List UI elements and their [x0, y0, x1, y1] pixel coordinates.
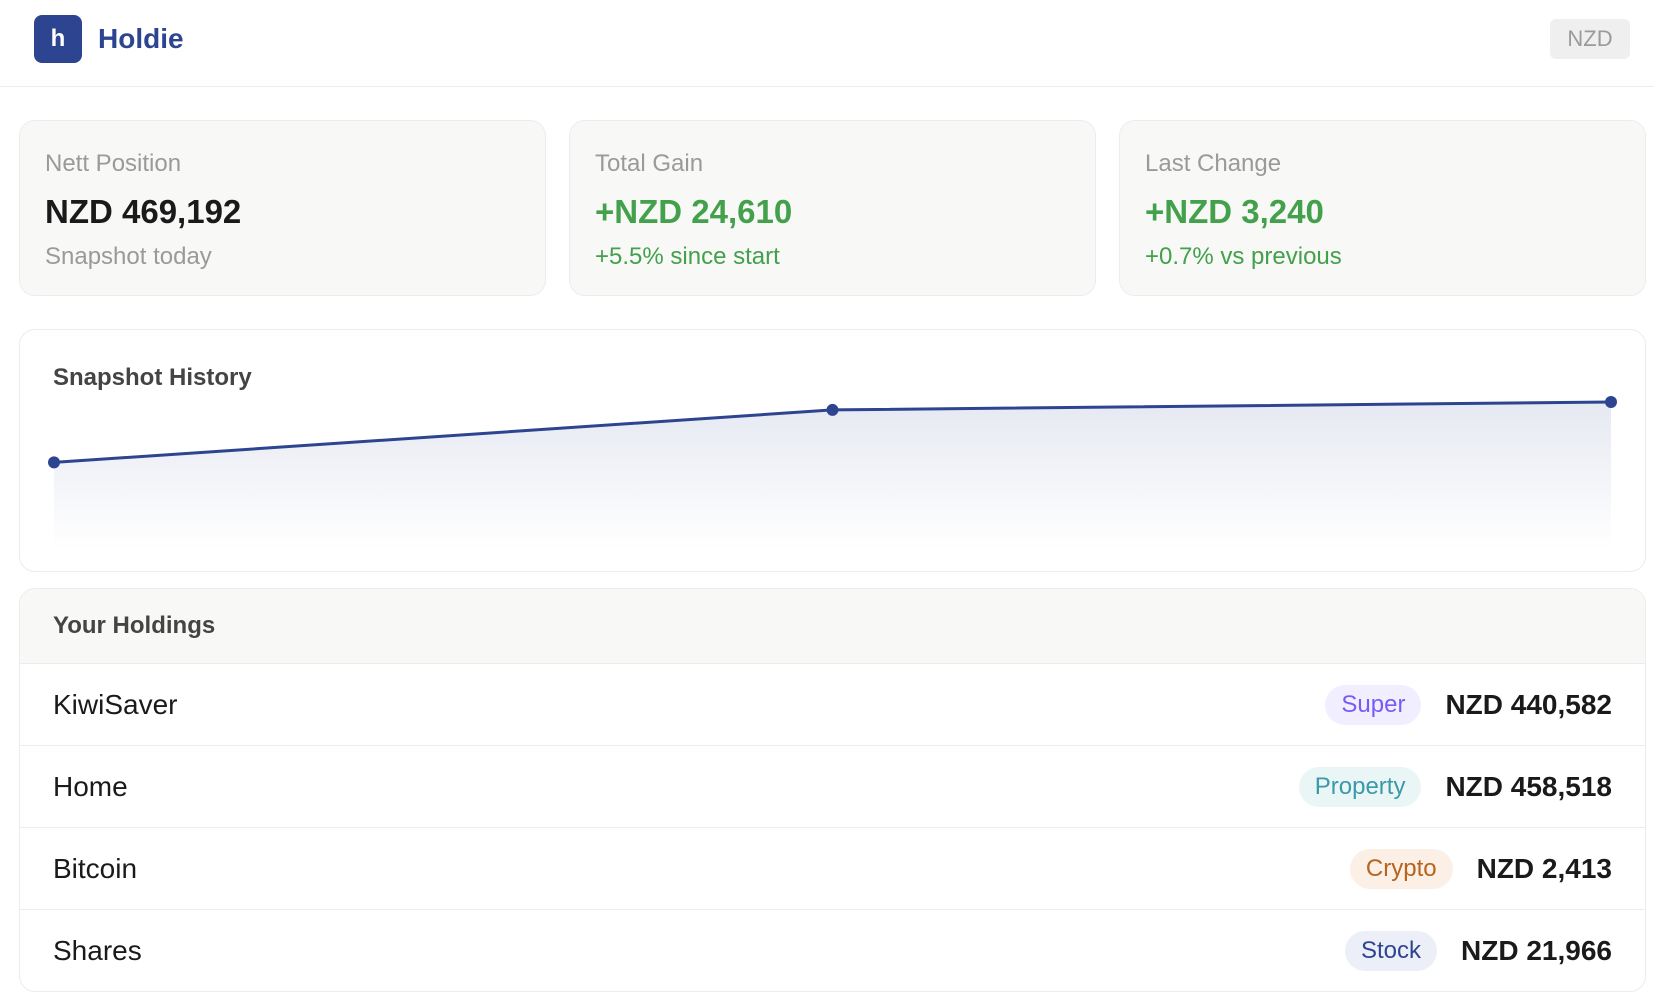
chart-point[interactable] [1605, 395, 1617, 408]
currency-selector[interactable]: NZD [1550, 19, 1630, 59]
chart-point[interactable] [826, 403, 839, 416]
stat-label: Nett Position [45, 150, 182, 177]
holding-name: Bitcoin [53, 853, 138, 884]
holding-type-badge: Crypto [1349, 849, 1453, 889]
holding-name: Home [53, 771, 128, 802]
holdings-title: Your Holdings [53, 612, 216, 639]
snapshot-history-card: Snapshot History [19, 329, 1646, 572]
stat-subtext: +0.7% vs previous [1145, 243, 1342, 270]
holding-name: KiwiSaver [53, 689, 178, 720]
chart-area-fill [54, 402, 1611, 550]
holding-meta: Crypto NZD 2,413 [1349, 847, 1612, 891]
stat-subtext: Snapshot today [45, 243, 212, 270]
stat-value: +NZD 3,240 [1145, 193, 1324, 230]
holdings-header: Your Holdings [20, 589, 1645, 664]
stat-value: NZD 469,192 [45, 193, 242, 230]
holding-row[interactable]: Home Property NZD 458,518 [20, 746, 1645, 828]
chart-point[interactable] [48, 456, 60, 469]
holding-meta: Super NZD 440,582 [1325, 683, 1612, 727]
holding-name: Shares [53, 935, 142, 966]
holding-row[interactable]: Shares Stock NZD 21,966 [20, 910, 1645, 991]
stat-subtext: +5.5% since start [595, 243, 780, 270]
holding-type-badge: Stock [1345, 931, 1438, 971]
holding-amount: NZD 440,582 [1445, 689, 1612, 720]
app-header: h Holdie NZD [0, 0, 1654, 87]
stat-card-nett-position: Nett Position NZD 469,192 Snapshot today [19, 120, 546, 296]
stat-label: Last Change [1145, 150, 1282, 177]
holding-meta: Stock NZD 21,966 [1345, 929, 1612, 973]
stat-value: +NZD 24,610 [595, 193, 793, 230]
stat-label: Total Gain [595, 150, 704, 177]
holding-meta: Property NZD 458,518 [1298, 765, 1612, 809]
brand-name[interactable]: Holdie [98, 20, 184, 58]
holding-amount: NZD 458,518 [1445, 771, 1612, 802]
holding-row[interactable]: KiwiSaver Super NZD 440,582 [20, 664, 1645, 746]
stat-card-total-gain: Total Gain +NZD 24,610 +5.5% since start [569, 120, 1096, 296]
app-logo[interactable]: h [34, 15, 82, 63]
stat-card-last-change: Last Change +NZD 3,240 +0.7% vs previous [1119, 120, 1646, 296]
holding-amount: NZD 21,966 [1461, 935, 1612, 966]
holding-amount: NZD 2,413 [1476, 853, 1612, 884]
holding-type-badge: Super [1325, 685, 1422, 725]
holding-type-badge: Property [1298, 767, 1422, 807]
snapshot-history-chart [48, 395, 1617, 550]
holding-row[interactable]: Bitcoin Crypto NZD 2,413 [20, 828, 1645, 910]
holdings-panel: Your Holdings KiwiSaver Super NZD 440,582 H… [19, 588, 1646, 992]
